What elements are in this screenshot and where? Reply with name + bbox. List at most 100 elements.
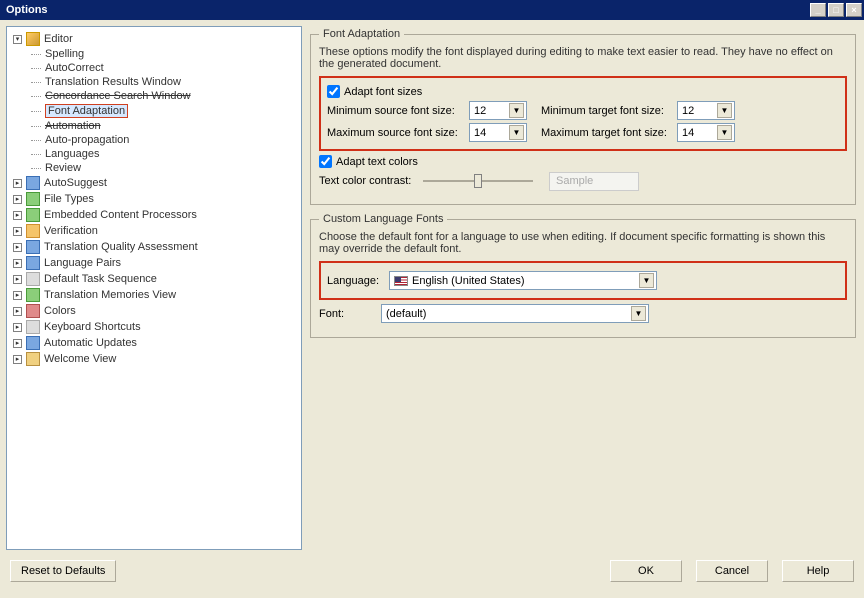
- chevron-down-icon[interactable]: ▼: [631, 306, 646, 321]
- tree-autosuggest[interactable]: AutoSuggest: [9, 175, 299, 191]
- expander-icon[interactable]: [13, 307, 22, 316]
- min-target-label: Minimum target font size:: [541, 105, 669, 117]
- tree-editor[interactable]: Editor: [9, 31, 299, 47]
- minimize-button[interactable]: _: [810, 3, 826, 17]
- expander-icon[interactable]: [13, 179, 22, 188]
- expander-icon[interactable]: [13, 275, 22, 284]
- tree-concordance[interactable]: Concordance Search Window: [9, 89, 299, 103]
- expander-icon[interactable]: [13, 339, 22, 348]
- tree-label: Editor: [44, 33, 73, 45]
- expander-icon[interactable]: [13, 35, 22, 44]
- max-source-combo[interactable]: 14▼: [469, 123, 527, 142]
- adapt-colors-checkbox[interactable]: Adapt text colors: [319, 155, 847, 168]
- max-target-label: Maximum target font size:: [541, 127, 669, 139]
- combo-value: (default): [386, 308, 426, 320]
- tree-label: Automatic Updates: [44, 337, 137, 349]
- adapt-sizes-checkbox[interactable]: Adapt font sizes: [327, 85, 839, 98]
- update-icon: [26, 336, 40, 350]
- tree-review[interactable]: Review: [9, 161, 299, 175]
- expander-icon[interactable]: [13, 243, 22, 252]
- language-label: Language:: [327, 275, 389, 287]
- chevron-down-icon[interactable]: ▼: [639, 273, 654, 288]
- language-combo[interactable]: English (United States) ▼: [389, 271, 657, 290]
- group-description: These options modify the font displayed …: [319, 46, 847, 70]
- font-label: Font:: [319, 308, 381, 320]
- checkbox-label: Adapt font sizes: [344, 86, 422, 98]
- tree-autopropagation[interactable]: Auto-propagation: [9, 133, 299, 147]
- chevron-down-icon[interactable]: ▼: [509, 125, 524, 140]
- tree-languages[interactable]: Languages: [9, 147, 299, 161]
- tree-keyshort[interactable]: Keyboard Shortcuts: [9, 319, 299, 335]
- window-title: Options: [6, 4, 48, 16]
- chevron-down-icon[interactable]: ▼: [717, 103, 732, 118]
- folder-icon: [26, 176, 40, 190]
- adapt-colors-input[interactable]: [319, 155, 332, 168]
- checkbox-label: Adapt text colors: [336, 156, 418, 168]
- tree-tmv[interactable]: Translation Memories View: [9, 287, 299, 303]
- expander-icon[interactable]: [13, 259, 22, 268]
- tree-label: Spelling: [45, 48, 84, 60]
- tree-label: Keyboard Shortcuts: [44, 321, 141, 333]
- min-target-combo[interactable]: 12▼: [677, 101, 735, 120]
- tree-langpairs[interactable]: Language Pairs: [9, 255, 299, 271]
- tree-label: Translation Results Window: [45, 76, 181, 88]
- close-button[interactable]: ×: [846, 3, 862, 17]
- adapt-sizes-input[interactable]: [327, 85, 340, 98]
- tree-label: Verification: [44, 225, 98, 237]
- min-source-combo[interactable]: 12 ▼: [469, 101, 527, 120]
- tree-label: Automation: [45, 120, 101, 132]
- expander-icon[interactable]: [13, 355, 22, 364]
- tree-label: Embedded Content Processors: [44, 209, 197, 221]
- group-legend: Font Adaptation: [319, 28, 404, 40]
- combo-value: 14: [682, 127, 694, 139]
- tree-verification[interactable]: Verification: [9, 223, 299, 239]
- tree-translation-results[interactable]: Translation Results Window: [9, 75, 299, 89]
- tree-ecp[interactable]: Embedded Content Processors: [9, 207, 299, 223]
- expander-icon[interactable]: [13, 227, 22, 236]
- tree-automation[interactable]: Automation: [9, 119, 299, 133]
- tree-welcome[interactable]: Welcome View: [9, 351, 299, 367]
- tree-label: Welcome View: [44, 353, 116, 365]
- maximize-button[interactable]: □: [828, 3, 844, 17]
- max-source-label: Maximum source font size:: [327, 127, 461, 139]
- expander-icon[interactable]: [13, 291, 22, 300]
- tree-label: Default Task Sequence: [44, 273, 157, 285]
- tree-label: AutoCorrect: [45, 62, 104, 74]
- custom-language-fonts-group: Custom Language Fonts Choose the default…: [310, 213, 856, 338]
- tree-colors[interactable]: Colors: [9, 303, 299, 319]
- tree-font-adaptation[interactable]: Font Adaptation: [9, 103, 299, 119]
- chevron-down-icon[interactable]: ▼: [509, 103, 524, 118]
- bottom-bar: Reset to Defaults OK Cancel Help: [0, 556, 864, 590]
- check-icon: [26, 224, 40, 238]
- nav-tree[interactable]: Editor Spelling AutoCorrect Translation …: [6, 26, 302, 550]
- expander-icon[interactable]: [13, 323, 22, 332]
- pencil-icon: [26, 32, 40, 46]
- ok-button[interactable]: OK: [610, 560, 682, 582]
- sequence-icon: [26, 272, 40, 286]
- tree-dts[interactable]: Default Task Sequence: [9, 271, 299, 287]
- tree-spelling[interactable]: Spelling: [9, 47, 299, 61]
- main-area: Editor Spelling AutoCorrect Translation …: [0, 20, 864, 556]
- cancel-button[interactable]: Cancel: [696, 560, 768, 582]
- tree-label: Concordance Search Window: [45, 90, 191, 102]
- tree-label: File Types: [44, 193, 94, 205]
- colors-icon: [26, 304, 40, 318]
- tree-label: Colors: [44, 305, 76, 317]
- combo-value: 12: [474, 105, 486, 117]
- max-target-combo[interactable]: 14 ▼: [677, 123, 735, 142]
- expander-icon[interactable]: [13, 211, 22, 220]
- tree-label-selected: Font Adaptation: [45, 104, 128, 118]
- tree-tqa[interactable]: Translation Quality Assessment: [9, 239, 299, 255]
- tree-autocorrect[interactable]: AutoCorrect: [9, 61, 299, 75]
- reset-defaults-button[interactable]: Reset to Defaults: [10, 560, 116, 582]
- contrast-slider[interactable]: [423, 171, 533, 191]
- chevron-down-icon[interactable]: ▼: [717, 125, 732, 140]
- tree-autoupd[interactable]: Automatic Updates: [9, 335, 299, 351]
- help-button[interactable]: Help: [782, 560, 854, 582]
- slider-thumb[interactable]: [474, 174, 482, 188]
- combo-value: English (United States): [412, 275, 525, 287]
- expander-icon[interactable]: [13, 195, 22, 204]
- font-combo[interactable]: (default) ▼: [381, 304, 649, 323]
- folder-icon: [26, 192, 40, 206]
- tree-filetypes[interactable]: File Types: [9, 191, 299, 207]
